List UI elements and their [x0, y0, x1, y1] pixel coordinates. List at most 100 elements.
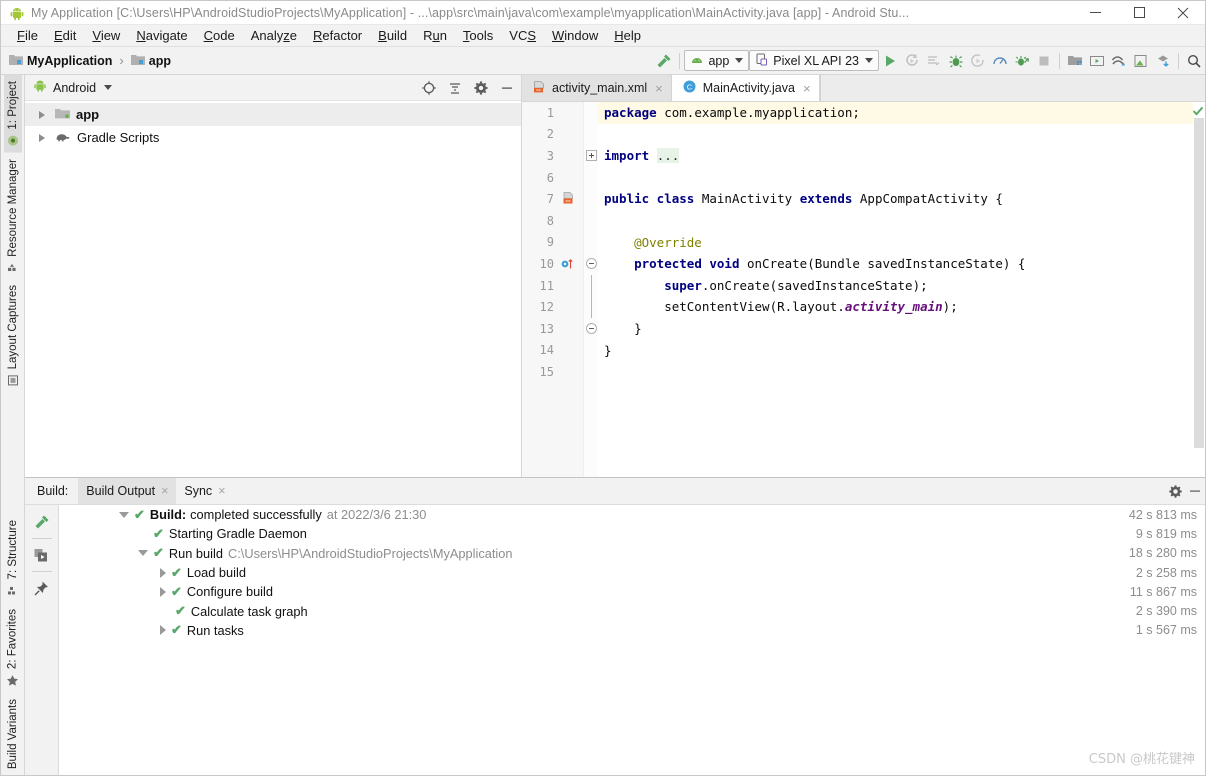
menu-edit[interactable]: Edit [46, 26, 84, 46]
menu-refactor[interactable]: Refactor [305, 26, 370, 46]
attach-debugger-button[interactable] [967, 50, 989, 72]
menu-window[interactable]: Window [544, 26, 606, 46]
close-icon[interactable]: × [218, 484, 225, 498]
rebuild-button[interactable] [29, 509, 55, 535]
maximize-button[interactable] [1117, 1, 1161, 24]
override-method-marker[interactable] [556, 257, 582, 271]
code-editor[interactable]: 1 2 3 6 7 <> 8 9 10 [522, 102, 1205, 477]
build-row-configure-build[interactable]: ✔ Configure build 11 s 867 ms [59, 582, 1205, 601]
minimize-button[interactable] [1073, 1, 1117, 24]
hide-build-button[interactable] [1185, 481, 1205, 501]
build-output-tree[interactable]: ✔ Build: completed successfully at 2022/… [59, 505, 1205, 775]
editor-right-rail[interactable] [1193, 102, 1205, 477]
tree-node-app[interactable]: app [25, 103, 521, 126]
menu-navigate[interactable]: Navigate [128, 26, 195, 46]
apply-code-changes-button[interactable] [923, 50, 945, 72]
fold-expand-imports[interactable] [584, 145, 598, 167]
apply-changes-button[interactable] [901, 50, 923, 72]
close-icon[interactable]: × [161, 484, 168, 498]
make-project-button[interactable] [653, 50, 675, 72]
stop-button[interactable] [1033, 50, 1055, 72]
gutter-row: 15 [522, 361, 583, 383]
menu-view[interactable]: View [84, 26, 128, 46]
avd-manager-button[interactable] [1086, 50, 1108, 72]
build-row-title: Build: [150, 507, 186, 522]
build-row-load-build[interactable]: ✔ Load build 2 s 258 ms [59, 563, 1205, 582]
build-row-build[interactable]: ✔ Build: completed successfully at 2022/… [59, 505, 1205, 524]
menu-analyze[interactable]: Analyze [243, 26, 305, 46]
editor-fold-column[interactable] [584, 102, 598, 477]
breadcrumb-item-module[interactable]: app [149, 54, 171, 68]
menu-help[interactable]: Help [606, 26, 649, 46]
code-line-9: @Override [598, 232, 1193, 254]
expand-triangle-icon[interactable] [160, 568, 166, 578]
editor-tab-mainactivity-java[interactable]: C MainActivity.java × [672, 75, 820, 101]
debug-button[interactable] [945, 50, 967, 72]
hide-project-pane-button[interactable] [497, 78, 517, 98]
open-layout-editor-marker[interactable]: <> [556, 191, 582, 207]
sidebar-item-layout-captures[interactable]: Layout Captures [4, 279, 22, 392]
menu-vcs[interactable]: VCS [501, 26, 544, 46]
chevron-down-icon[interactable] [104, 85, 112, 90]
device-selector[interactable]: Pixel XL API 23 [749, 50, 879, 71]
tree-node-gradle-scripts[interactable]: Gradle Scripts [25, 126, 521, 149]
line-number: 15 [522, 365, 556, 379]
run-with-coverage-button[interactable] [1011, 50, 1033, 72]
build-row-run-build[interactable]: ✔ Run build C:\Users\HP\AndroidStudioPro… [59, 544, 1205, 563]
build-tab-build-output[interactable]: Build Output × [78, 478, 176, 504]
code-text-area[interactable]: package com.example.myapplication; impor… [598, 102, 1193, 477]
profiler-button[interactable] [989, 50, 1011, 72]
menu-tools[interactable]: Tools [455, 26, 501, 46]
sidebar-item-project[interactable]: 1: Project [4, 75, 22, 153]
device-file-explorer-button[interactable] [1152, 50, 1174, 72]
editor-vertical-scrollbar[interactable] [1194, 118, 1204, 448]
build-row-starting-gradle-daemon[interactable]: ✔ Starting Gradle Daemon 9 s 819 ms [59, 524, 1205, 543]
code-line-11: super.onCreate(savedInstanceState); [598, 275, 1193, 297]
sidebar-item-favorites[interactable]: 2: Favorites [3, 603, 22, 693]
build-tab-sync[interactable]: Sync × [176, 478, 233, 504]
gear-icon[interactable] [471, 78, 491, 98]
layout-inspector-button[interactable] [1130, 50, 1152, 72]
breadcrumb-item-project[interactable]: MyApplication [27, 54, 112, 68]
collapse-triangle-icon[interactable] [119, 512, 129, 518]
code-line-1: package com.example.myapplication; [598, 102, 1193, 124]
editor-tab-activity-main-xml[interactable]: <> activity_main.xml × [522, 75, 672, 101]
build-settings-button[interactable] [1165, 481, 1185, 501]
sidebar-item-resource-manager[interactable]: Resource Manager [4, 153, 22, 280]
menu-code[interactable]: Code [196, 26, 243, 46]
sync-gradle-button[interactable] [1108, 50, 1130, 72]
menu-run[interactable]: Run [415, 26, 455, 46]
close-button[interactable] [1161, 1, 1205, 24]
expand-triangle-icon[interactable] [160, 587, 166, 597]
expand-triangle-icon[interactable] [39, 111, 45, 119]
close-icon[interactable]: × [655, 81, 663, 96]
search-everywhere-button[interactable] [1183, 50, 1205, 72]
workspace: 1: Project Resource Manager Layout Captu… [1, 75, 1205, 775]
folded-imports-placeholder[interactable]: ... [657, 148, 680, 163]
fold-collapse-method[interactable] [584, 253, 598, 275]
menu-build[interactable]: Build [370, 26, 415, 46]
build-row-run-tasks[interactable]: ✔ Run tasks 1 s 567 ms [59, 621, 1205, 640]
run-configuration-selector[interactable]: app [684, 50, 749, 71]
editor-gutter[interactable]: 1 2 3 6 7 <> 8 9 10 [522, 102, 584, 477]
token-text: .onCreate(savedInstanceState); [702, 278, 928, 293]
code-line-7: public class MainActivity extends AppCom… [598, 188, 1193, 210]
rerun-button[interactable] [29, 542, 55, 568]
menu-file[interactable]: File [9, 26, 46, 46]
collapse-triangle-icon[interactable] [138, 550, 148, 556]
pin-tab-button[interactable] [29, 575, 55, 601]
expand-triangle-icon[interactable] [160, 625, 166, 635]
sdk-manager-button[interactable] [1064, 50, 1086, 72]
sidebar-item-structure[interactable]: 7: Structure [4, 514, 22, 602]
expand-triangle-icon[interactable] [39, 134, 45, 142]
collapse-all-button[interactable] [445, 78, 465, 98]
build-row-calculate-task-graph[interactable]: ✔ Calculate task graph 2 s 390 ms [59, 601, 1205, 620]
select-opened-file-button[interactable] [419, 78, 439, 98]
build-row-duration: 2 s 390 ms [1136, 604, 1197, 618]
sidebar-item-build-variants[interactable]: Build Variants [4, 693, 22, 775]
close-icon[interactable]: × [803, 81, 811, 96]
project-view-selector-label[interactable]: Android [53, 81, 96, 95]
fold-collapse-method-end[interactable] [584, 318, 598, 340]
token-keyword: import [604, 148, 657, 163]
run-button[interactable] [879, 50, 901, 72]
